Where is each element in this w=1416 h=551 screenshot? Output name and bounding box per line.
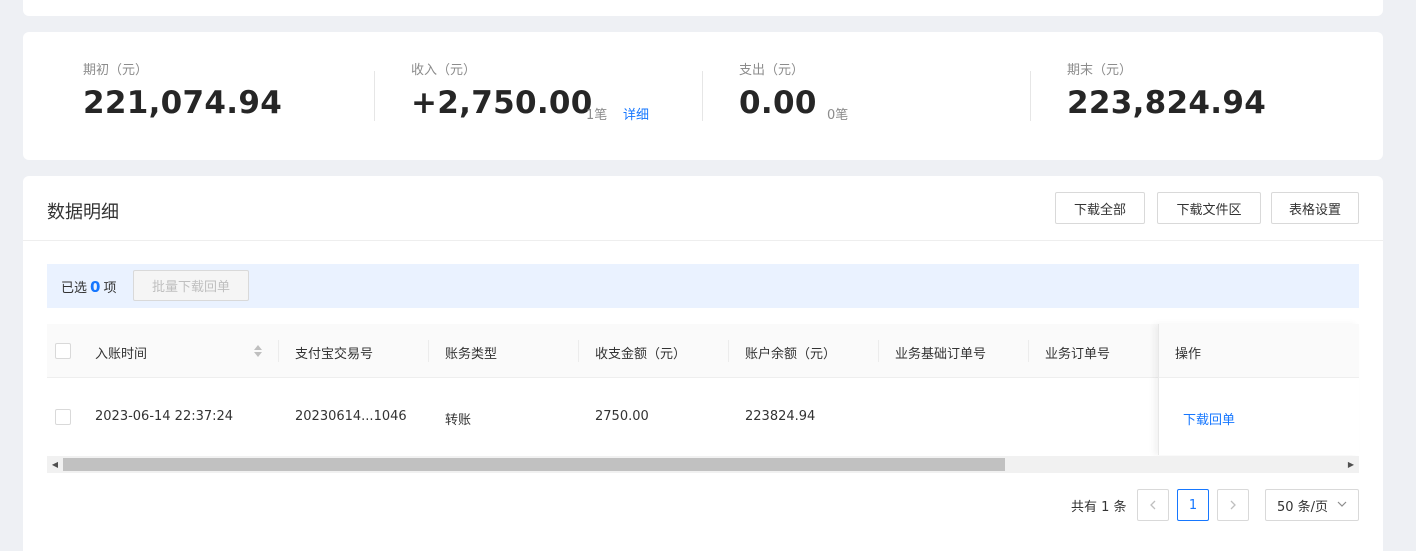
column-header-time[interactable]: 入账时间 — [95, 343, 147, 362]
scroll-right-icon[interactable]: ▶ — [1343, 456, 1359, 473]
row-checkbox[interactable] — [55, 409, 71, 425]
stat-divider — [1030, 71, 1031, 121]
stat-expense-value: 0.00 — [739, 85, 817, 121]
stat-closing-label: 期末（元） — [1067, 63, 1133, 78]
page-size-label: 50 条/页 — [1277, 499, 1329, 515]
column-header-amount: 收支金额（元） — [595, 347, 687, 362]
stat-opening-label: 期初（元） — [83, 63, 149, 78]
selection-prefix: 已选 — [61, 281, 88, 296]
stat-opening-value: 221,074.94 — [83, 85, 283, 121]
prev-page-button[interactable] — [1137, 489, 1169, 521]
sort-icon[interactable] — [253, 344, 263, 358]
selection-bar: 已选 0 项 批量下载回单 — [47, 264, 1359, 308]
stat-closing-value: 223,824.94 — [1067, 85, 1267, 121]
column-header-order: 业务订单号 — [1045, 347, 1111, 362]
column-separator — [428, 340, 429, 362]
column-header-balance: 账户余额（元） — [745, 347, 837, 362]
detail-card: 数据明细 下载全部 下载文件区 表格设置 已选 0 项 批量下载回单 入账时间 支付… — [23, 176, 1383, 551]
pagination-total: 共有 1 条 — [1071, 500, 1127, 515]
download-receipt-link[interactable]: 下载回单 — [1183, 409, 1235, 428]
download-area-button[interactable]: 下载文件区 — [1157, 192, 1261, 224]
stat-divider — [702, 71, 703, 121]
stat-expense-count: 0笔 — [827, 108, 849, 123]
column-separator — [278, 340, 279, 362]
column-separator — [728, 340, 729, 362]
next-page-button[interactable] — [1217, 489, 1249, 521]
scroll-left-icon[interactable]: ◀ — [47, 456, 63, 473]
cell-time: 2023-06-14 22:37:24 — [95, 409, 234, 424]
divider — [23, 240, 1383, 241]
horizontal-scrollbar[interactable]: ◀ ▶ — [47, 456, 1359, 473]
cell-amount: 2750.00 — [595, 409, 649, 424]
selection-suffix: 项 — [103, 281, 117, 296]
chevron-down-icon — [1337, 501, 1347, 507]
cell-type: 转账 — [445, 413, 472, 428]
data-table: 入账时间 支付宝交易号 账务类型 收支金额（元） 账户余额（元） 业务基础订单号… — [47, 324, 1359, 455]
table-settings-button[interactable]: 表格设置 — [1271, 192, 1359, 224]
chevron-right-icon — [1230, 500, 1236, 510]
download-all-button[interactable]: 下载全部 — [1055, 192, 1145, 224]
stat-expense-label: 支出（元） — [739, 63, 805, 78]
column-header-action: 操作 — [1175, 347, 1202, 362]
scrollbar-thumb[interactable] — [63, 458, 1005, 471]
top-card — [23, 0, 1383, 16]
select-all-checkbox[interactable] — [55, 343, 71, 359]
column-separator — [878, 340, 879, 362]
cell-balance: 223824.94 — [745, 409, 816, 424]
page-size-select[interactable]: 50 条/页 — [1265, 489, 1359, 521]
column-separator — [578, 340, 579, 362]
stat-income-label: 收入（元） — [411, 63, 477, 78]
chevron-left-icon — [1150, 500, 1156, 510]
stat-divider — [374, 71, 375, 121]
cell-trade-no: 20230614...1046 — [295, 409, 407, 424]
column-header-type: 账务类型 — [445, 347, 498, 362]
column-separator — [1028, 340, 1029, 362]
fixed-action-column: 操作 下载回单 — [1158, 324, 1359, 455]
page-number-button[interactable]: 1 — [1177, 489, 1209, 521]
selection-summary: 已选 0 项 — [61, 277, 116, 296]
selection-count: 0 — [90, 278, 101, 296]
column-header-base-order: 业务基础订单号 — [895, 347, 987, 362]
summary-card: 期初（元） 221,074.94 收入（元） +2,750.00 1笔 详细 支… — [23, 32, 1383, 160]
batch-download-button[interactable]: 批量下载回单 — [133, 270, 249, 301]
income-detail-link[interactable]: 详细 — [623, 104, 649, 123]
column-header-trade-no: 支付宝交易号 — [295, 347, 374, 362]
stat-income-count: 1笔 — [586, 108, 608, 123]
detail-title: 数据明细 — [47, 202, 119, 223]
stat-income-value: +2,750.00 — [411, 85, 593, 121]
